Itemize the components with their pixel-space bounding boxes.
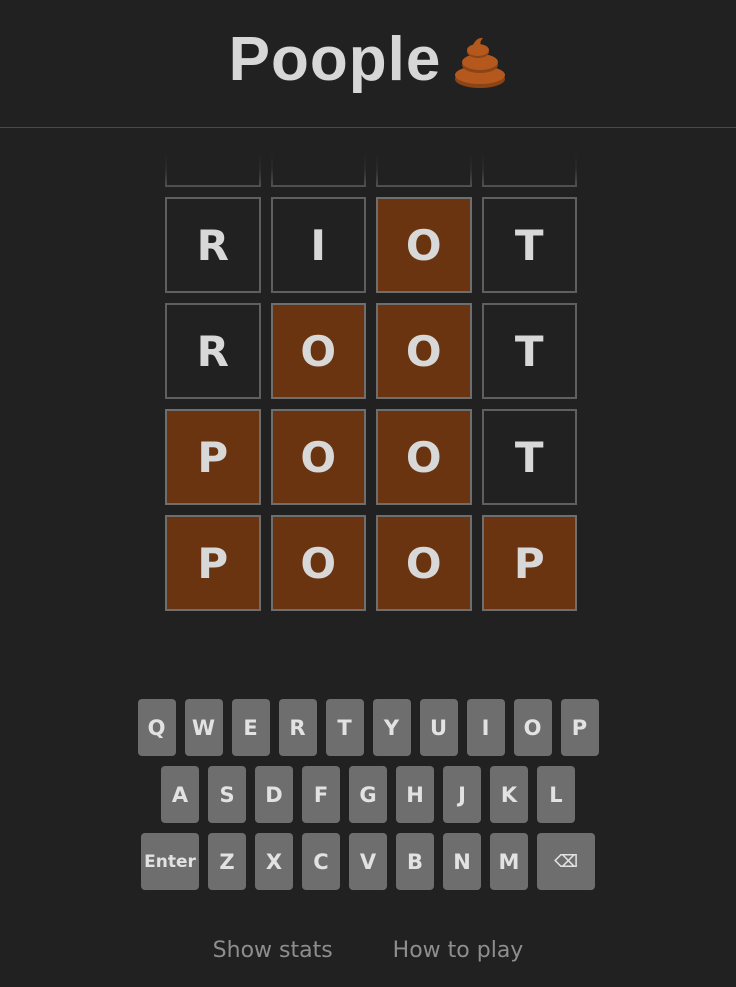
letter-tile: O <box>376 515 472 611</box>
board-row: RIFT <box>165 153 577 187</box>
key-i[interactable]: I <box>466 699 505 756</box>
key-h[interactable]: H <box>396 766 434 823</box>
board-row: RIOT <box>165 197 577 293</box>
letter-tile: T <box>481 409 577 505</box>
letter-tile: T <box>481 153 577 187</box>
key-e[interactable]: E <box>231 699 270 756</box>
keyboard-row: QWERTYUIOP <box>0 699 736 756</box>
poop-icon <box>453 33 507 88</box>
key-x[interactable]: X <box>255 833 293 890</box>
key-k[interactable]: K <box>490 766 528 823</box>
letter-tile: P <box>481 515 577 611</box>
key-w[interactable]: W <box>184 699 223 756</box>
key-n[interactable]: N <box>443 833 481 890</box>
letter-tile: T <box>481 303 577 399</box>
board-row: POOP <box>165 515 577 611</box>
key-a[interactable]: A <box>161 766 199 823</box>
key-u[interactable]: U <box>419 699 458 756</box>
key-m[interactable]: M <box>490 833 528 890</box>
game-board: RIFTRIOTROOTPOOTPOOP <box>0 153 736 633</box>
key-y[interactable]: Y <box>372 699 411 756</box>
key-q[interactable]: Q <box>137 699 176 756</box>
keyboard-row: ASDFGHJKL <box>0 766 736 823</box>
key-l[interactable]: L <box>537 766 575 823</box>
key-p[interactable]: P <box>560 699 599 756</box>
letter-tile: R <box>165 197 261 293</box>
letter-tile: T <box>481 197 577 293</box>
on-screen-keyboard: Q W E R T Y U I O P A S D F G H J K L Enter Z X C V B N M ⌫ <box>0 699 736 900</box>
letter-tile: I <box>270 153 366 187</box>
keyboard-row: Enter Z X C V B N M ⌫ <box>0 833 736 890</box>
app-title: Poople <box>229 24 508 95</box>
key-s[interactable]: S <box>208 766 246 823</box>
board-row: POOT <box>165 409 577 505</box>
letter-tile: F <box>376 153 472 187</box>
key-v[interactable]: V <box>349 833 387 890</box>
letter-tile: I <box>270 197 366 293</box>
enter-key[interactable]: Enter <box>141 833 199 890</box>
key-r[interactable]: R <box>278 699 317 756</box>
show-stats-link[interactable]: Show stats <box>213 938 333 963</box>
header: Poople <box>0 0 736 128</box>
letter-tile: O <box>270 409 366 505</box>
letter-tile: R <box>165 153 261 187</box>
key-b[interactable]: B <box>396 833 434 890</box>
key-d[interactable]: D <box>255 766 293 823</box>
key-j[interactable]: J <box>443 766 481 823</box>
letter-tile: R <box>165 303 261 399</box>
letter-tile: O <box>376 197 472 293</box>
letter-tile: O <box>376 409 472 505</box>
backspace-key[interactable]: ⌫ <box>537 833 595 890</box>
letter-tile: P <box>165 515 261 611</box>
letter-tile: O <box>270 515 366 611</box>
footer: Show stats How to play <box>0 938 736 963</box>
title-text: Poople <box>228 25 442 94</box>
how-to-play-link[interactable]: How to play <box>393 938 524 963</box>
key-z[interactable]: Z <box>208 833 246 890</box>
letter-tile: O <box>270 303 366 399</box>
key-o[interactable]: O <box>513 699 552 756</box>
key-c[interactable]: C <box>302 833 340 890</box>
key-t[interactable]: T <box>325 699 364 756</box>
letter-tile: O <box>376 303 472 399</box>
key-g[interactable]: G <box>349 766 387 823</box>
board-row: ROOT <box>165 303 577 399</box>
letter-tile: P <box>165 409 261 505</box>
key-f[interactable]: F <box>302 766 340 823</box>
